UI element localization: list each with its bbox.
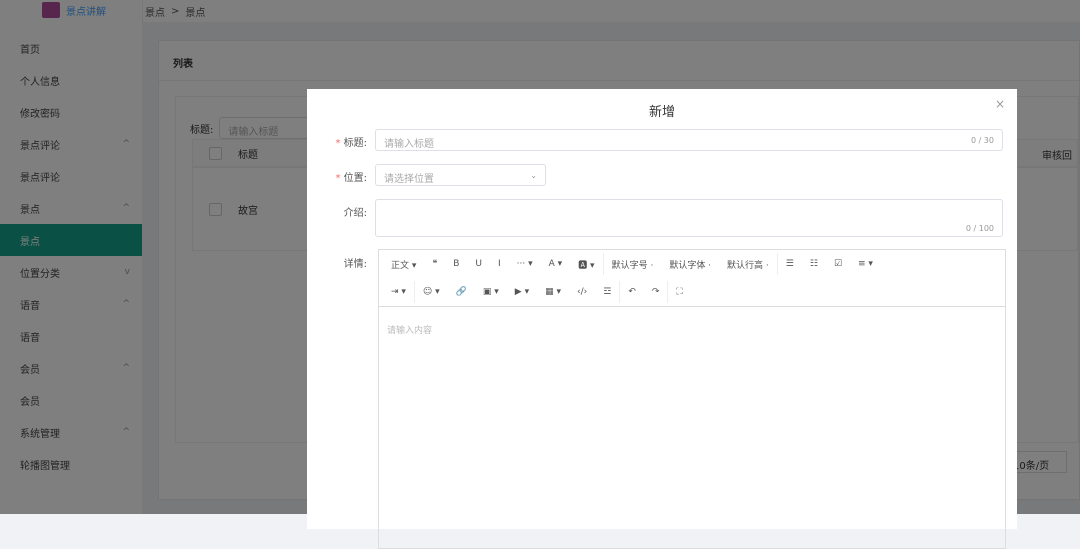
toolbar-button-icon[interactable]: 🅰 ▾ [570,258,602,271]
intro-textarea[interactable]: 0 / 100 [375,199,1003,237]
toolbar-button-icon[interactable]: ☰ [778,259,802,269]
title-input[interactable]: 请输入标题 0 / 30 [375,129,1003,151]
toolbar-button-icon[interactable]: ≡ ▾ [850,259,881,269]
toolbar-button-icon[interactable]: 默认字体 · [661,258,719,271]
close-icon[interactable]: × [995,97,1005,111]
toolbar-button-icon[interactable]: 🔗 [448,287,475,297]
toolbar-button-icon[interactable]: ⛶ [668,287,690,297]
dialog-title: 新增 [648,105,675,120]
toolbar-button-icon[interactable]: 正文 ▾ [383,258,424,271]
toolbar-button-icon[interactable]: B [445,259,467,269]
toolbar-button-icon[interactable]: ❝ [424,259,445,269]
editor-toolbar-row-1: 正文 ▾ ❝ B U I ··· ▾ A ▾ 🅰 ▾ 默认字号 · 默认字体 · 默认行高 · ☰ ☷ ☑… [379,250,1005,278]
toolbar-button-icon[interactable]: ··· ▾ [509,259,541,269]
add-dialog: 新增 × * 标题: 请输入标题 0 / 30 * 位置: 请选择位置 ⌄ 介绍: … [307,89,1017,549]
toolbar-button-icon[interactable]: ☲ [595,287,619,297]
editor-toolbar-row-2: ⇥ ▾ ☺ ▾ 🔗 ▣ ▾ ▶ ▾ ▦ ▾ ‹/› ☲ ↶ ↷ ⛶ [379,278,1005,306]
toolbar-button-icon[interactable]: ↷ [644,287,668,297]
toolbar-button-icon[interactable]: ▦ ▾ [537,287,569,297]
chevron-down-icon: ⌄ [530,171,537,180]
intro-label: 介绍: [343,208,367,219]
editor-content[interactable]: 请输入内容 [379,306,1005,352]
location-label: 位置: [343,173,367,184]
toolbar-button-icon[interactable]: U [467,259,490,269]
toolbar-button-icon[interactable]: ▣ ▾ [475,287,507,297]
title-label: 标题: [343,138,367,149]
location-select[interactable]: 请选择位置 ⌄ [375,164,546,186]
toolbar-button-icon[interactable]: ⇥ ▾ [383,287,414,297]
toolbar-button-icon[interactable]: ☷ [802,259,826,269]
toolbar-button-icon[interactable]: ▶ ▾ [507,287,537,297]
toolbar-button-icon[interactable]: ↶ [620,287,644,297]
toolbar-button-icon[interactable]: ‹/› [569,287,595,297]
toolbar-button-icon[interactable]: A ▾ [541,259,571,269]
title-counter: 0 / 30 [970,136,994,145]
toolbar-button-icon[interactable]: 默认行高 · [719,258,777,271]
toolbar-button-icon[interactable]: I [490,259,509,269]
toolbar-button-icon[interactable]: 默认字号 · [604,258,662,271]
detail-label: 详情: [343,259,367,270]
intro-counter: 0 / 100 [965,224,994,233]
toolbar-button-icon[interactable]: ☑ [826,259,850,269]
rich-text-editor: 正文 ▾ ❝ B U I ··· ▾ A ▾ 🅰 ▾ 默认字号 · 默认字体 · 默认行高 · ☰ ☷ ☑… [378,249,1006,549]
toolbar-button-icon[interactable]: ☺ ▾ [415,287,448,297]
